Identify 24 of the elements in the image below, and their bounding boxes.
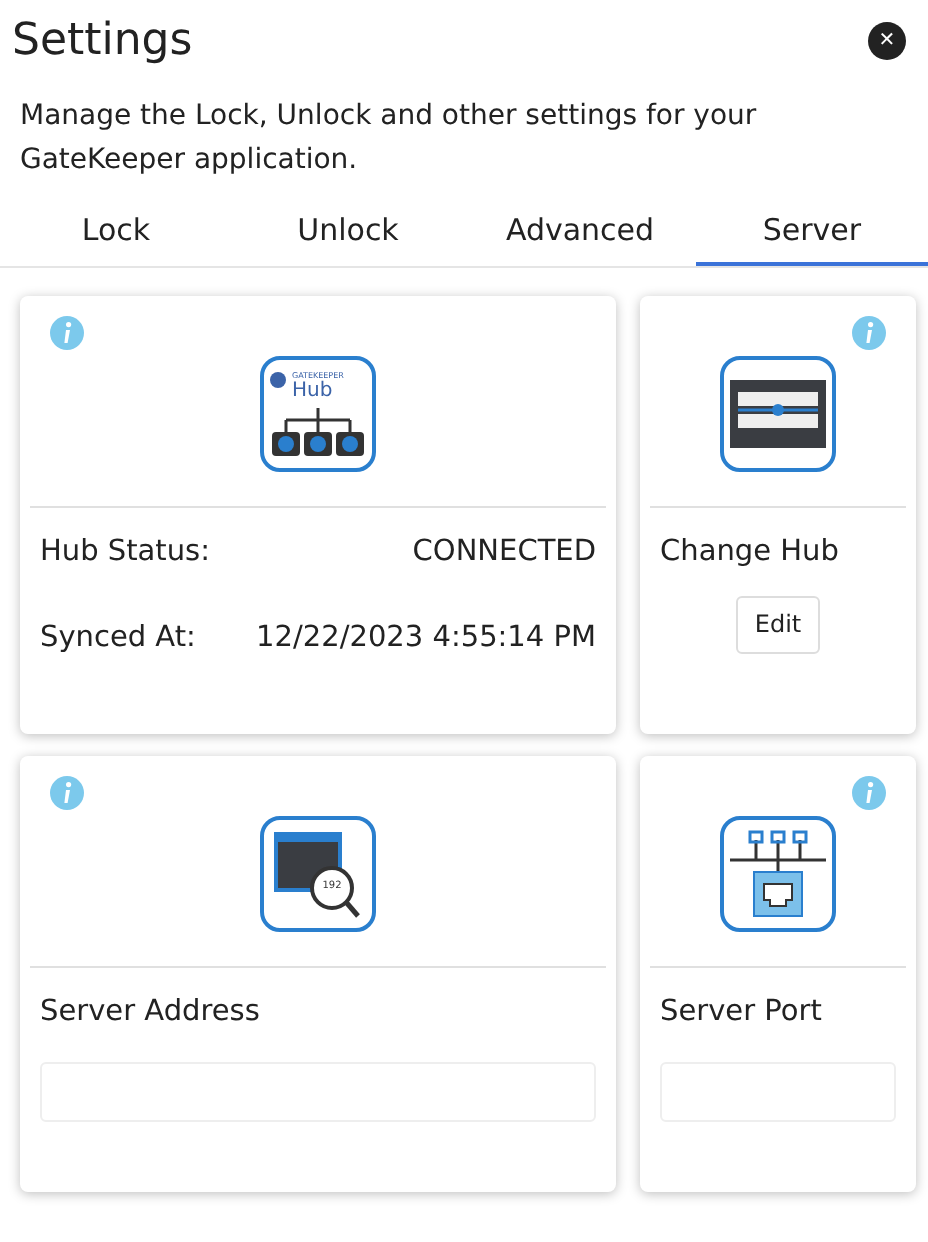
tab[interactable]: Lock <box>0 200 232 266</box>
edit-button[interactable]: Edit <box>736 595 820 654</box>
logo-text: Hub <box>292 380 333 402</box>
info-icon[interactable] <box>50 776 84 810</box>
field-label: Hub Status: <box>40 534 210 572</box>
description: Manage the Lock, Unlock and other settings for your GateKeeper application. <box>18 98 759 180</box>
field-label: Synced At: <box>40 619 196 658</box>
server-search-icon <box>260 816 376 932</box>
field-value: 12/22/2023 4:55:14 PM <box>256 619 596 658</box>
tab[interactable]: Advanced <box>464 200 696 266</box>
hub-logo-icon <box>260 356 376 472</box>
tab[interactable]: Unlock <box>232 200 464 266</box>
info-icon[interactable] <box>852 776 886 810</box>
info-icon[interactable] <box>50 316 84 350</box>
window-title: Settings <box>12 14 193 70</box>
card-title: Change Hub <box>660 534 841 572</box>
network-port-icon <box>720 816 836 932</box>
info-icon[interactable] <box>852 316 886 350</box>
card-title: Server Address <box>40 994 262 1032</box>
field-value: CONNECTED <box>412 534 596 572</box>
tab[interactable]: Server <box>696 200 928 266</box>
device-icon <box>720 356 836 472</box>
card-title: Server Port <box>660 994 824 1032</box>
close-button[interactable]: ✕ <box>868 22 906 60</box>
